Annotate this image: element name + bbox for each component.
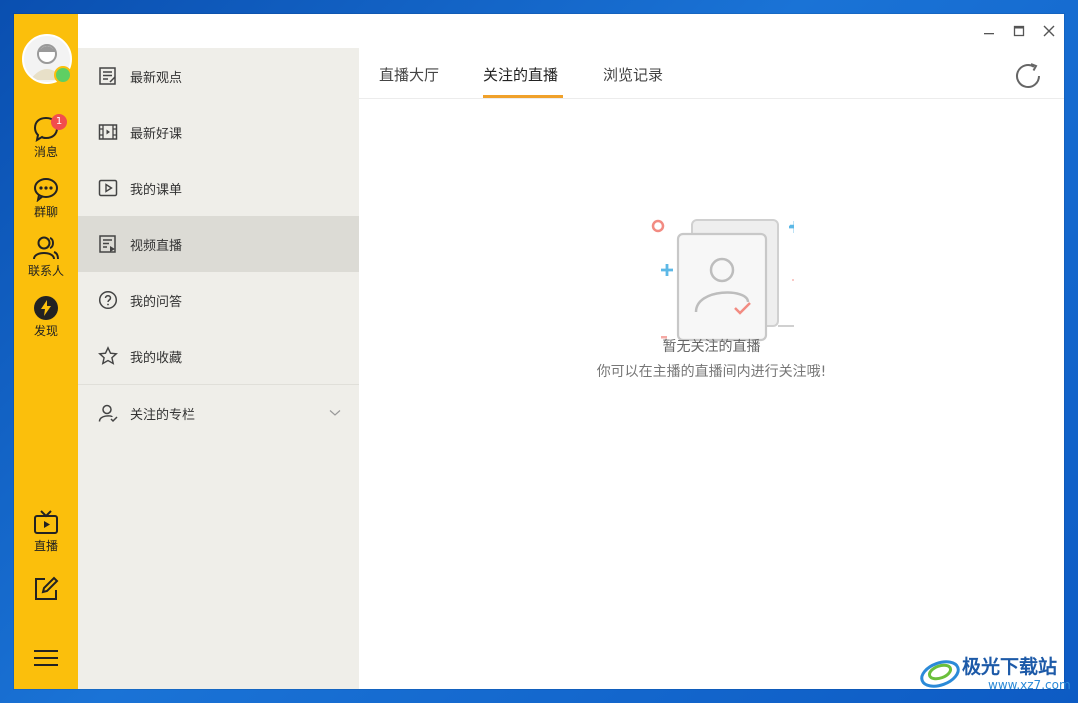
sidebar: 最新观点 最新好课 我的课单 视频直播 我的问答 我的收藏 关注的专栏 — [78, 48, 359, 689]
watermark-swirl-icon — [920, 660, 960, 688]
question-icon — [97, 289, 119, 311]
sidebar-item-video-live[interactable]: 视频直播 — [78, 216, 359, 272]
close-icon — [1043, 25, 1055, 37]
watermark-url: www.xz7.com — [988, 678, 1071, 692]
play-list-icon — [97, 177, 119, 199]
sidebar-item-followed-columns[interactable]: 关注的专栏 — [78, 385, 359, 441]
empty-state-title: 暂无关注的直播 — [662, 339, 761, 355]
sidebar-item-my-qa[interactable]: 我的问答 — [78, 272, 359, 328]
tab-bar: 直播大厅 关注的直播 浏览记录 — [359, 48, 1064, 99]
sidebar-item-latest-views[interactable]: 最新观点 — [78, 48, 359, 104]
online-status-dot — [54, 66, 72, 84]
maximize-icon — [1013, 25, 1025, 37]
sidebar-item-my-favorites[interactable]: 我的收藏 — [78, 328, 359, 384]
app-window: 1 消息 群聊 联系人 发现 直播 最新观点 最新好课 我的课单 视频直播 我的… — [14, 14, 1064, 689]
minimize-icon — [984, 33, 994, 35]
film-icon — [97, 121, 119, 143]
tv-icon — [34, 510, 58, 534]
rail-label: 直播 — [33, 539, 58, 553]
rail-label: 群聊 — [33, 205, 58, 219]
rail-label: 联系人 — [27, 264, 64, 278]
left-rail: 1 消息 群聊 联系人 发现 直播 — [14, 14, 78, 689]
sidebar-item-label: 我的问答 — [130, 294, 183, 310]
chevron-down-icon[interactable] — [329, 406, 341, 421]
edit-icon — [35, 576, 59, 600]
sidebar-item-latest-courses[interactable]: 最新好课 — [78, 104, 359, 160]
rail-contacts[interactable]: 联系人 — [14, 235, 78, 279]
tab-live-hall[interactable]: 直播大厅 — [379, 64, 439, 85]
star-icon — [97, 345, 119, 367]
sidebar-item-label: 我的课单 — [130, 182, 183, 198]
tab-history[interactable]: 浏览记录 — [603, 64, 663, 85]
sidebar-item-label: 最新观点 — [130, 70, 183, 86]
main-panel: 直播大厅 关注的直播 浏览记录 暂无关注的直播 你可以在主播的直播间内进行关注哦… — [359, 48, 1064, 689]
sidebar-item-label: 关注的专栏 — [130, 407, 196, 423]
rail-discover[interactable]: 发现 — [14, 295, 78, 339]
empty-state-subtitle: 你可以在主播的直播间内进行关注哦! — [596, 364, 827, 380]
tab-followed-live[interactable]: 关注的直播 — [483, 64, 558, 85]
rail-group-chat[interactable]: 群聊 — [14, 176, 78, 220]
close-button[interactable] — [1040, 22, 1058, 40]
discover-icon — [34, 296, 58, 320]
sidebar-item-label: 视频直播 — [130, 238, 183, 254]
user-follow-icon — [97, 402, 119, 424]
active-tab-indicator — [483, 95, 563, 98]
hamburger-icon — [34, 650, 58, 666]
title-bar — [78, 14, 1064, 49]
minimize-button[interactable] — [980, 22, 998, 40]
empty-followed-illustration — [651, 219, 794, 342]
refresh-icon — [1016, 63, 1040, 88]
rail-menu[interactable] — [14, 648, 78, 669]
live-doc-icon — [97, 233, 119, 255]
article-icon — [97, 65, 119, 87]
watermark-name: 极光下载站 — [962, 656, 1058, 678]
rail-label: 发现 — [33, 324, 58, 338]
rail-messages[interactable]: 1 消息 — [14, 114, 78, 160]
rail-label: 消息 — [33, 145, 58, 159]
group-chat-icon — [34, 178, 58, 202]
contacts-icon — [33, 236, 59, 260]
sidebar-item-my-courselist[interactable]: 我的课单 — [78, 160, 359, 216]
watermark-logo: 极光下载站 www.xz7.com — [918, 650, 1078, 700]
sidebar-item-label: 最新好课 — [130, 126, 183, 142]
rail-edit[interactable] — [14, 575, 78, 604]
maximize-button[interactable] — [1010, 22, 1028, 40]
rail-live[interactable]: 直播 — [14, 510, 78, 554]
sidebar-item-label: 我的收藏 — [130, 350, 183, 366]
refresh-button[interactable] — [1012, 60, 1044, 96]
unread-badge: 1 — [51, 114, 67, 130]
